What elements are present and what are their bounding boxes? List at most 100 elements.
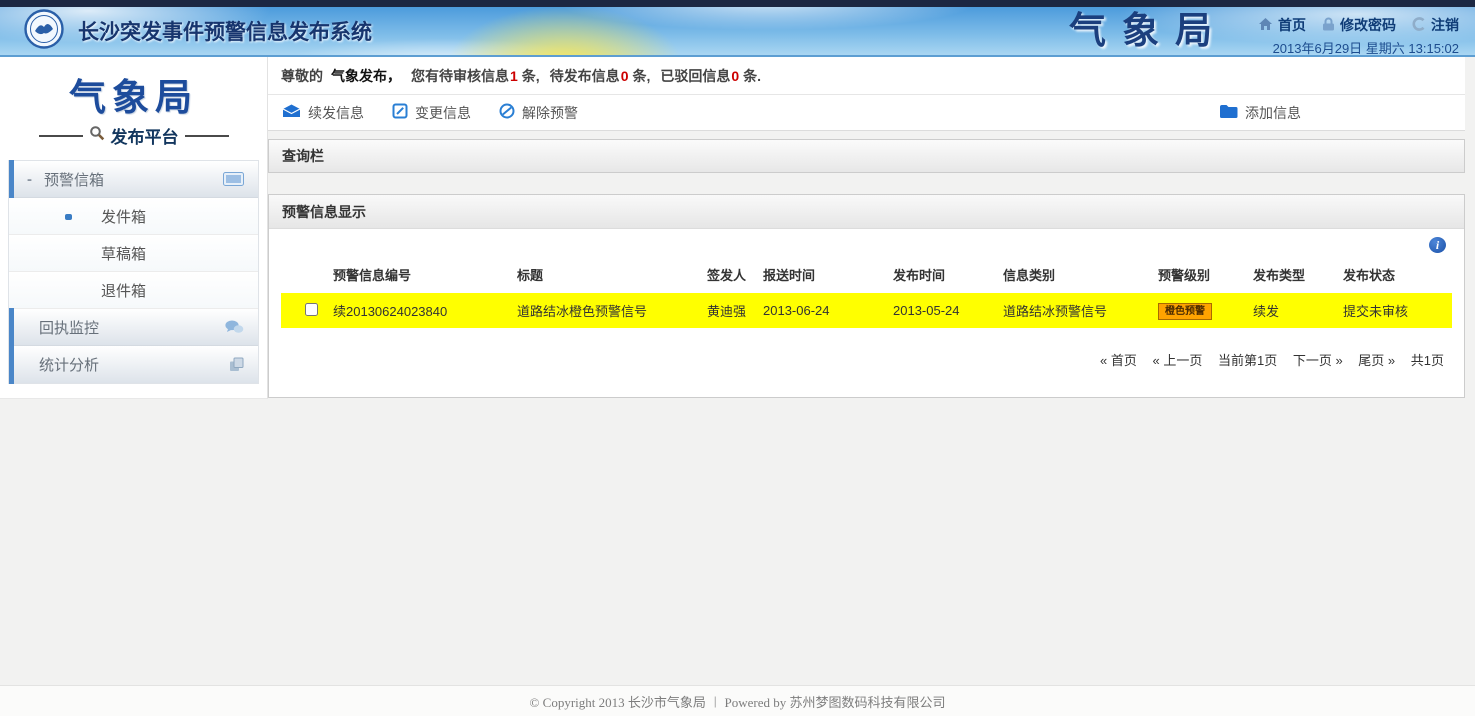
resend-info-button[interactable]: 续发信息	[282, 103, 364, 123]
home-link[interactable]: 首页	[1258, 15, 1306, 35]
expanded-marker: -	[27, 171, 32, 188]
copy-pages-icon	[229, 357, 244, 372]
nav-links: 首页 修改密码 注销	[1258, 15, 1459, 35]
cell-status: 提交未审核	[1343, 293, 1452, 328]
accent-bar	[9, 308, 14, 346]
column-header: 发布时间	[893, 233, 1003, 293]
footer-separator: |	[714, 693, 717, 709]
pagination: « 首页 « 上一页 当前第1页 下一页 » 尾页 » 共1页	[269, 328, 1464, 369]
warning-level-badge: 橙色预警	[1158, 303, 1212, 320]
active-bullet-icon	[65, 214, 72, 220]
pending-publish-label: 待发布信息	[550, 66, 620, 86]
sidebar-item-label: 统计分析	[39, 354, 99, 375]
footer-copyright: © Copyright 2013 长沙市气象局	[530, 692, 706, 711]
cell-signer: 黄迪强	[707, 293, 763, 328]
checkbox-column-header	[281, 233, 333, 293]
query-bar-title: 查询栏	[282, 146, 324, 166]
pagination-total: 共1页	[1411, 353, 1444, 368]
sidebar-item-receipt-monitor[interactable]: 回执监控	[9, 309, 258, 346]
bureau-wordmark: 气象局	[1069, 9, 1228, 55]
toolbar: 续发信息 变更信息 解除预警	[268, 94, 1465, 131]
ban-circle-icon	[499, 103, 515, 122]
sidebar-logo: 气象局 发布平台	[0, 57, 267, 148]
home-icon	[1258, 17, 1273, 34]
pending-review-suffix: 条,	[522, 66, 540, 86]
page: 长沙突发事件预警信息发布系统 气象局 首页 修改密码	[0, 0, 1475, 716]
remove-warning-label: 解除预警	[522, 103, 578, 123]
change-password-link[interactable]: 修改密码	[1322, 15, 1396, 35]
column-header: 信息类别	[1003, 233, 1158, 293]
datetime: 2013年6月29日 星期六 13:15:02	[1258, 38, 1459, 57]
remove-warning-button[interactable]: 解除预警	[499, 103, 578, 123]
sidebar-item-statistics[interactable]: 统计分析	[9, 346, 258, 383]
sidebar-item-outbox[interactable]: 发件箱	[9, 198, 258, 235]
home-link-label: 首页	[1278, 15, 1306, 35]
cell-warning-id: 续20130624023840	[333, 293, 517, 328]
logout-arc-icon	[1412, 17, 1426, 34]
edit-square-icon	[392, 103, 408, 122]
info-icon[interactable]: i	[1429, 237, 1446, 253]
greeting: 尊敬的 气象发布， 您有待审核信息1条, 待发布信息0条, 已驳回信息0条.	[268, 57, 1465, 94]
add-info-button[interactable]: 添加信息	[1219, 103, 1301, 123]
warning-info-panel-title: 预警信息显示	[282, 202, 366, 222]
pagination-first[interactable]: « 首页	[1100, 353, 1137, 368]
cell-report-time: 2013-06-24	[763, 293, 893, 328]
column-header: 标题	[517, 233, 707, 293]
column-header: 预警信息编号	[333, 233, 517, 293]
rejected-label: 已驳回信息	[660, 66, 730, 86]
sub-item-label: 发件箱	[101, 206, 146, 227]
footer-powered-by: Powered by 苏州梦图数码科技有限公司	[724, 692, 945, 711]
sidebar-logo-subtitle-row: 发布平台	[0, 123, 267, 148]
nav-block: 首页 修改密码 注销 2013年6月29日	[1258, 9, 1459, 57]
sidebar-logo-title: 气象局	[0, 67, 267, 121]
sub-item-label: 退件箱	[101, 280, 146, 301]
sidebar: 气象局 发布平台 - 预警信箱	[0, 57, 268, 399]
warning-info-panel: 预警信息显示 i 预警信息编号	[268, 194, 1465, 398]
greeting-prefix: 尊敬的	[281, 66, 323, 86]
system-title: 长沙突发事件预警信息发布系统	[78, 16, 372, 46]
query-bar[interactable]: 查询栏	[268, 139, 1465, 173]
main-content: 尊敬的 气象发布， 您有待审核信息1条, 待发布信息0条, 已驳回信息0条. 续…	[268, 57, 1475, 398]
column-header: 签发人	[707, 233, 763, 293]
column-header: 发布类型	[1253, 233, 1343, 293]
accent-bar	[9, 160, 14, 198]
resend-info-label: 续发信息	[308, 103, 364, 123]
sidebar-item-label: 回执监控	[39, 317, 99, 338]
pagination-next[interactable]: 下一页 »	[1293, 353, 1343, 368]
sidebar-logo-subtitle: 发布平台	[111, 123, 179, 148]
column-header: 报送时间	[763, 233, 893, 293]
warning-mailbox-submenu: 发件箱 草稿箱 退件箱	[9, 198, 258, 309]
logout-link[interactable]: 注销	[1412, 15, 1459, 35]
change-info-button[interactable]: 变更信息	[392, 103, 471, 123]
table-row[interactable]: 续20130624023840 道路结冰橙色预警信号 黄迪强 2013-06-2…	[281, 293, 1452, 328]
pending-publish-suffix: 条,	[632, 66, 650, 86]
column-header: 预警级别	[1158, 233, 1253, 293]
rejected-count: 0	[731, 68, 739, 84]
top-strip	[0, 0, 1475, 7]
sub-item-label: 草稿箱	[101, 243, 146, 264]
warning-info-panel-body: i 预警信息编号 标题 签发人	[269, 229, 1464, 397]
pagination-prev[interactable]: « 上一页	[1153, 353, 1203, 368]
row-checkbox[interactable]	[305, 303, 318, 316]
pending-review-count: 1	[510, 68, 518, 84]
pagination-last[interactable]: 尾页 »	[1358, 353, 1395, 368]
pending-review-label: 您有待审核信息	[411, 66, 509, 86]
cell-category: 道路结冰预警信号	[1003, 293, 1158, 328]
change-password-label: 修改密码	[1340, 15, 1396, 35]
agency-emblem-icon	[24, 9, 64, 54]
right-dash	[185, 135, 229, 137]
sidebar-item-warning-mailbox[interactable]: - 预警信箱	[9, 161, 258, 198]
banner-right: 气象局 首页 修改密码	[1069, 9, 1459, 57]
banner: 长沙突发事件预警信息发布系统 气象局 首页 修改密码	[0, 7, 1475, 57]
table-header-row: 预警信息编号 标题 签发人 报送时间 发布时间 信息类别 预警级别 发布类型 发…	[281, 233, 1452, 293]
footer: © Copyright 2013 长沙市气象局 | Powered by 苏州梦…	[0, 685, 1475, 716]
sidebar-item-label: 预警信箱	[44, 169, 104, 190]
envelope-icon	[282, 104, 301, 121]
add-info-label: 添加信息	[1245, 103, 1301, 123]
cell-publish-time: 2013-05-24	[893, 293, 1003, 328]
cell-title: 道路结冰橙色预警信号	[517, 293, 707, 328]
sidebar-item-returned[interactable]: 退件箱	[9, 272, 258, 309]
accent-bar	[9, 345, 14, 384]
sidebar-item-drafts[interactable]: 草稿箱	[9, 235, 258, 272]
chat-bubbles-icon	[225, 320, 244, 334]
